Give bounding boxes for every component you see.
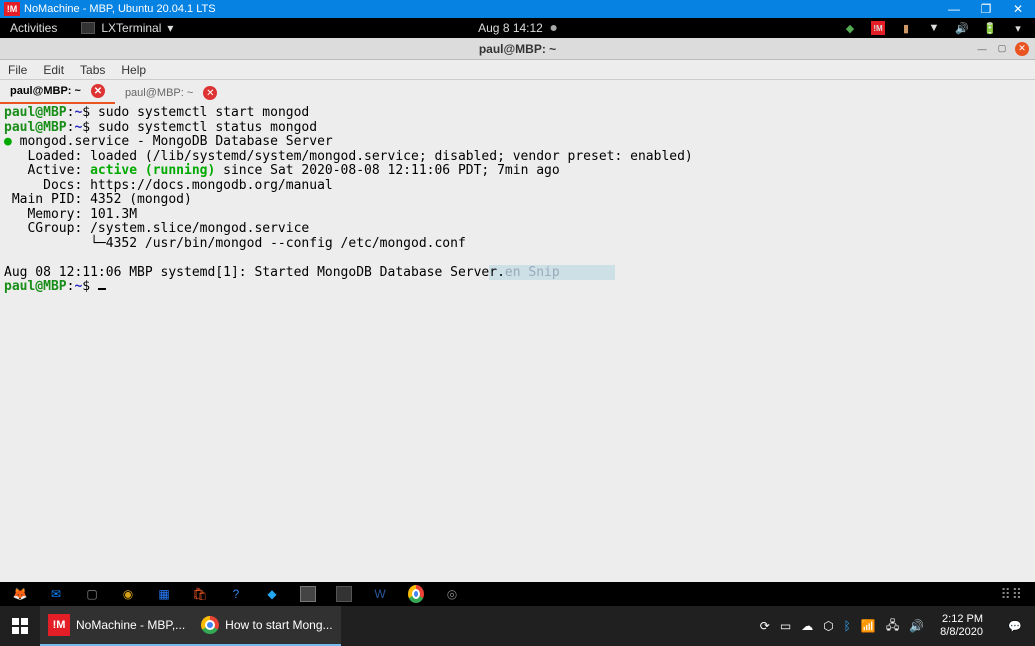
active-label: Active: — [4, 163, 90, 178]
terminal-icon — [81, 22, 95, 34]
tab-1[interactable]: paul@MBP: ~ ✕ — [0, 80, 115, 104]
memory-line: Memory: 101.3M — [4, 207, 137, 222]
log-line: Aug 08 12:11:06 MBP systemd[1]: Started … — [4, 265, 489, 280]
menu-tabs[interactable]: Tabs — [80, 63, 105, 77]
volume-icon[interactable]: 🔊 — [955, 21, 969, 35]
thunderbird-icon[interactable]: ✉ — [48, 586, 64, 602]
service-line: mongod.service - MongoDB Database Server — [12, 134, 333, 149]
nomachine-title: NoMachine - MBP, Ubuntu 20.04.1 LTS — [24, 3, 216, 15]
terminal-icon[interactable] — [336, 586, 352, 602]
nomachine-logo-icon: !M — [4, 2, 20, 16]
menu-file[interactable]: File — [8, 63, 27, 77]
datetime: Aug 8 14:12 — [478, 21, 543, 35]
help-icon[interactable]: ? — [228, 586, 244, 602]
clock-time: 2:12 PM — [940, 613, 983, 626]
clock-area[interactable]: Aug 8 14:12 — [478, 21, 557, 35]
close-button[interactable]: ✕ — [1011, 2, 1025, 16]
show-apps-icon[interactable]: ⠿⠿ — [1000, 586, 1023, 603]
taskbar-item-nomachine[interactable]: !M NoMachine - MBP,... — [40, 606, 193, 646]
clock-date: 8/8/2020 — [940, 626, 983, 639]
active-since: since Sat 2020-08-08 12:11:06 PDT; 7min … — [215, 163, 559, 178]
nomachine-tray-icon[interactable]: !M — [871, 21, 885, 35]
terminal-menubar: File Edit Tabs Help — [0, 60, 1035, 80]
app-name: LXTerminal — [101, 21, 161, 35]
tray-dropbox-icon[interactable]: ⬡ — [823, 619, 833, 633]
taskbar-clock[interactable]: 2:12 PM 8/8/2020 — [934, 613, 989, 639]
word-icon[interactable]: W — [372, 586, 388, 602]
tab-label: paul@MBP: ~ — [10, 85, 81, 97]
network-icon[interactable]: ▼ — [927, 21, 941, 35]
notification-dot-icon — [551, 25, 557, 31]
window-maximize-button[interactable]: ▢ — [995, 42, 1009, 56]
tab-close-button[interactable]: ✕ — [91, 84, 105, 98]
docs-line: Docs: https://docs.mongodb.org/manual — [4, 178, 333, 193]
prompt-user: paul@MBP — [4, 120, 67, 135]
action-center-button[interactable]: 💬 — [999, 606, 1031, 646]
terminal-titlebar: paul@MBP: ~ — ▢ ✕ — [0, 38, 1035, 60]
tray-wifi-icon[interactable]: 📶 — [861, 619, 876, 633]
tray-video-icon[interactable]: ▭ — [780, 619, 791, 633]
clipboard-icon[interactable]: ▮ — [899, 21, 913, 35]
chrome-icon[interactable] — [408, 586, 424, 602]
app-icon[interactable]: ◎ — [444, 586, 460, 602]
command-2: sudo systemctl status mongod — [98, 120, 317, 135]
menu-help[interactable]: Help — [121, 63, 146, 77]
battery-icon[interactable]: 🔋 — [983, 21, 997, 35]
prompt-user: paul@MBP — [4, 105, 67, 120]
shield-icon[interactable]: ◆ — [843, 21, 857, 35]
window-minimize-button[interactable]: — — [975, 42, 989, 56]
tray-bluetooth-icon[interactable]: ᛒ — [844, 619, 851, 633]
task-label: NoMachine - MBP,... — [76, 618, 185, 632]
window-close-button[interactable]: ✕ — [1015, 42, 1029, 56]
tray-onedrive-icon[interactable]: ☁ — [801, 619, 813, 633]
terminal-tabbar: paul@MBP: ~ ✕ paul@MBP: ~ ✕ — [0, 80, 1035, 104]
maximize-button[interactable]: ❐ — [979, 2, 993, 16]
task-label: How to start Mong... — [225, 618, 332, 632]
loaded-line: Loaded: loaded (/lib/systemd/system/mong… — [4, 149, 693, 164]
tab-2[interactable]: paul@MBP: ~ ✕ — [115, 82, 227, 104]
lxterminal-icon[interactable] — [300, 586, 316, 602]
nomachine-titlebar: !M NoMachine - MBP, Ubuntu 20.04.1 LTS —… — [0, 0, 1035, 18]
ubuntu-top-bar: Activities LXTerminal ▾ Aug 8 14:12 ◆ !M… — [0, 18, 1035, 38]
ubuntu-dock: 🦊 ✉ ▢ ◉ ▦ 🛍 ? ◆ W ◎ ⠿⠿ — [0, 582, 1035, 606]
files-icon[interactable]: ▢ — [84, 586, 100, 602]
chrome-app-icon — [201, 616, 219, 634]
nomachine-app-icon: !M — [48, 614, 70, 636]
cgroup-line: CGroup: /system.slice/mongod.service — [4, 221, 309, 236]
start-button[interactable] — [0, 606, 40, 646]
activities-button[interactable]: Activities — [10, 21, 57, 35]
tray-network-icon[interactable]: 🖧 — [886, 616, 899, 637]
prompt-user: paul@MBP — [4, 279, 67, 294]
rhythmbox-icon[interactable]: ◉ — [120, 586, 136, 602]
tray-sync-icon[interactable]: ⟳ — [760, 619, 770, 633]
selected-text: r. — [489, 265, 505, 280]
terminal-body[interactable]: paul@MBP:~$ sudo systemctl start mongod … — [0, 104, 1035, 582]
pid-line: Main PID: 4352 (mongod) — [4, 192, 192, 207]
firefox-icon[interactable]: 🦊 — [12, 586, 28, 602]
power-icon[interactable]: ▾ — [1011, 21, 1025, 35]
windows-logo-icon — [12, 618, 28, 634]
menu-edit[interactable]: Edit — [43, 63, 64, 77]
app-menu[interactable]: LXTerminal ▾ — [81, 21, 173, 35]
selected-watermark: en Snip — [505, 265, 615, 280]
tab-close-button[interactable]: ✕ — [203, 86, 217, 100]
minimize-button[interactable]: — — [947, 2, 961, 16]
chevron-down-icon: ▾ — [167, 21, 173, 35]
tab-label: paul@MBP: ~ — [125, 87, 193, 99]
taskbar-item-chrome[interactable]: How to start Mong... — [193, 606, 340, 646]
vscode-icon[interactable]: ◆ — [264, 586, 280, 602]
system-tray: ⟳ ▭ ☁ ⬡ ᛒ 📶 🖧 🔊 2:12 PM 8/8/2020 💬 — [760, 606, 1035, 646]
libreoffice-writer-icon[interactable]: ▦ — [156, 586, 172, 602]
active-status: active (running) — [90, 163, 215, 178]
terminal-title: paul@MBP: ~ — [479, 42, 556, 56]
ubuntu-software-icon[interactable]: 🛍 — [192, 586, 208, 602]
cgroup-proc-line: └─4352 /usr/bin/mongod --config /etc/mon… — [4, 236, 466, 251]
status-bullet-icon: ● — [4, 134, 12, 149]
command-1: sudo systemctl start mongod — [98, 105, 309, 120]
windows-taskbar: !M NoMachine - MBP,... How to start Mong… — [0, 606, 1035, 646]
cursor — [98, 288, 106, 290]
tray-volume-icon[interactable]: 🔊 — [909, 619, 924, 633]
